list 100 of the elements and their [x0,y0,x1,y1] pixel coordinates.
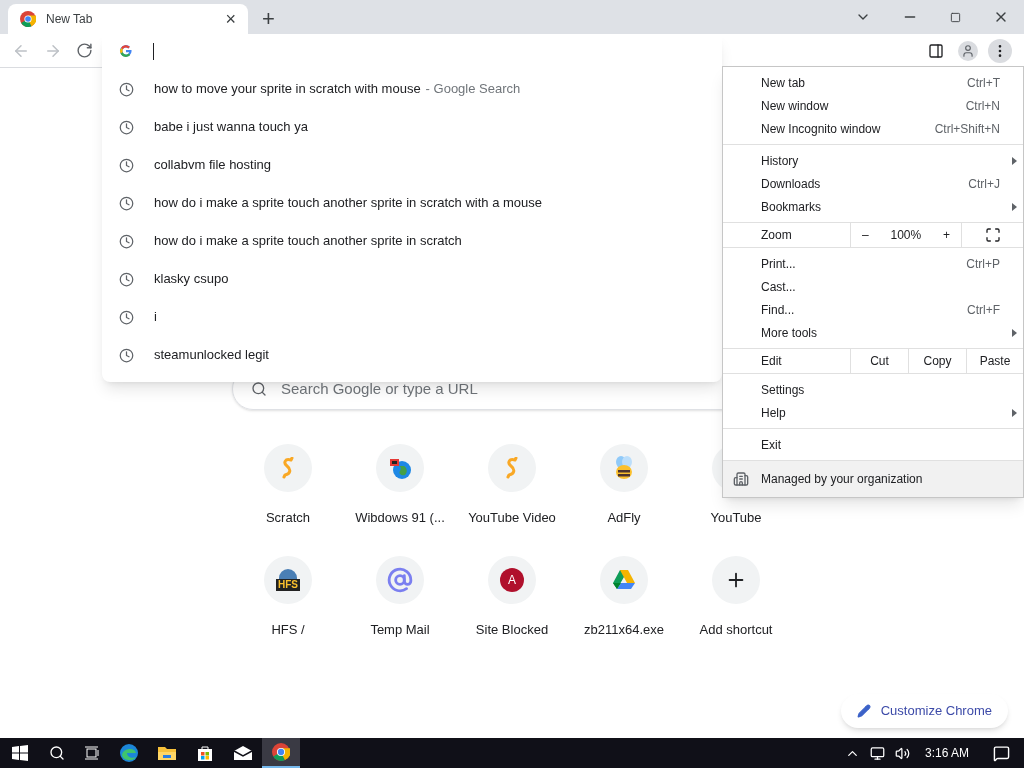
start-icon[interactable] [12,745,28,761]
menu-item[interactable]: Exit [723,433,1023,456]
suggestion-row[interactable]: how do i make a sprite touch another sprite in scratch [102,222,722,260]
reload-icon[interactable] [76,42,93,59]
notification-icon[interactable] [993,744,1010,762]
menu-item[interactable]: New tab Ctrl+T [723,71,1023,94]
profile-icon[interactable] [958,40,978,61]
at-sign-icon [387,567,413,593]
menu-item-label: New window [761,97,830,115]
suggestion-row[interactable]: klasky csupo [102,260,722,298]
shortcut-label: Temp Mail [370,621,430,639]
shortcut-tile[interactable]: Temp Mail [344,556,456,644]
menu-item-label: Print... [761,255,797,273]
chrome-icon [272,743,290,761]
history-icon [119,81,134,97]
menu-item[interactable]: More tools [723,321,1023,344]
menu-item-label: Cast... [761,278,797,296]
menu-item[interactable]: Downloads Ctrl+J [723,172,1023,195]
menu-item[interactable]: Find... Ctrl+F [723,298,1023,321]
suggestion-row[interactable]: steamunlocked legit [102,336,722,374]
store-bag-icon [196,744,214,762]
menu-item[interactable]: New window Ctrl+N [723,94,1023,117]
side-panel-icon[interactable] [928,42,944,59]
menu-item-label: Find... [761,301,796,319]
history-icon [119,347,134,363]
menu-item-label: New Incognito window [761,120,882,138]
managed-banner[interactable]: Managed by your organization [723,461,1023,497]
scratch-cat-icon [281,457,295,479]
menu-item-label: Downloads [761,175,822,193]
history-icon [119,157,134,173]
copy-button[interactable]: Copy [908,349,966,373]
new-tab-button[interactable]: + [262,8,275,30]
menu-item[interactable]: History [723,149,1023,172]
chrome-logo-icon [20,11,36,27]
menu-item[interactable]: Settings [723,378,1023,401]
restore-icon[interactable] [950,11,961,23]
tab-close-button[interactable]: × [225,10,236,28]
volume-icon[interactable] [894,745,910,761]
suggestion-text: klasky csupo [154,270,229,289]
suggestion-text: how to move your sprite in scratch with mouse [154,80,421,99]
cut-button[interactable]: Cut [850,349,908,373]
shortcut-label: HFS / [271,621,305,639]
shortcut-tile[interactable]: HFS HFS / [232,556,344,644]
menu-item[interactable]: Cast... [723,275,1023,298]
shortcut-tile[interactable]: Add shortcut [680,556,792,644]
menu-item-label: New tab [761,74,807,92]
shortcut-tile[interactable]: Scratch [232,444,344,532]
globe-icon [388,456,412,480]
shortcut-label: AdFly [607,509,641,527]
suggestion-row[interactable]: how do i make a sprite touch another sprite in scratch with a mouse [102,184,722,222]
zoom-in-button[interactable]: + [943,226,951,244]
shortcut-text: Ctrl+T [967,74,1000,92]
menu-item-label: Edit [760,353,783,370]
shortcut-label: Scratch [265,509,311,527]
pencil-icon [856,704,871,718]
suggestion-text: collabvm file hosting [154,156,272,175]
menu-item[interactable]: New Incognito window Ctrl+Shift+N [723,117,1023,140]
letter-icon: A [500,568,524,592]
zoom-out-button[interactable]: – [861,226,869,244]
shortcut-tile[interactable]: YouTube Video [456,444,568,532]
history-icon [119,309,134,325]
browser-tab[interactable]: New Tab × [8,4,248,34]
taskbar-app[interactable] [262,738,300,768]
shortcut-tile[interactable]: A Site Blocked [456,556,568,644]
menu-item[interactable]: Print... Ctrl+P [723,252,1023,275]
shortcut-tile[interactable]: AdFly [568,444,680,532]
suggestion-row[interactable]: i [102,298,722,336]
shortcut-label: Wibdows 91 (... [355,509,445,527]
suggestion-row[interactable]: collabvm file hosting [102,146,722,184]
menu-item-label: Zoom [760,227,793,244]
menu-item-label: Settings [761,381,806,399]
shortcut-tile[interactable]: zb211x64.exe [568,556,680,644]
history-icon [119,271,134,287]
suggestion-row[interactable]: how to move your sprite in scratch with mouse - Google Search [102,70,722,108]
suggestion-row[interactable]: babe i just wanna touch ya [102,108,722,146]
shortcut-label: YouTube [710,509,762,527]
menu-item-label: History [761,152,800,170]
menu-item[interactable]: Bookmarks [723,195,1023,218]
shortcut-text: Ctrl+J [968,175,1000,193]
customize-chrome-button[interactable]: Customize Chrome [840,694,1008,728]
fullscreen-icon[interactable] [984,227,1001,243]
suggestion-text: how do i make a sprite touch another sprite in scratch [154,232,462,251]
shortcut-label: YouTube Video [468,509,556,527]
search-icon[interactable] [49,745,65,761]
menu-icon[interactable] [988,38,1012,63]
tab-title: New Tab [46,11,94,28]
menu-item[interactable]: Help [723,401,1023,424]
suggestion-text: i [154,308,157,327]
bee-icon [613,456,635,480]
menu-item-label: Exit [761,436,782,454]
building-icon [733,471,749,487]
mail-icon [233,745,253,761]
task-view-icon[interactable] [84,746,100,760]
clock[interactable]: 3:16 AM [924,744,969,762]
paste-button[interactable]: Paste [966,349,1023,373]
shortcut-text: Ctrl+P [966,255,1000,273]
shortcut-tile[interactable]: Wibdows 91 (... [344,444,456,532]
network-icon[interactable] [869,745,885,761]
history-icon [119,119,134,135]
text-cursor [153,42,154,60]
